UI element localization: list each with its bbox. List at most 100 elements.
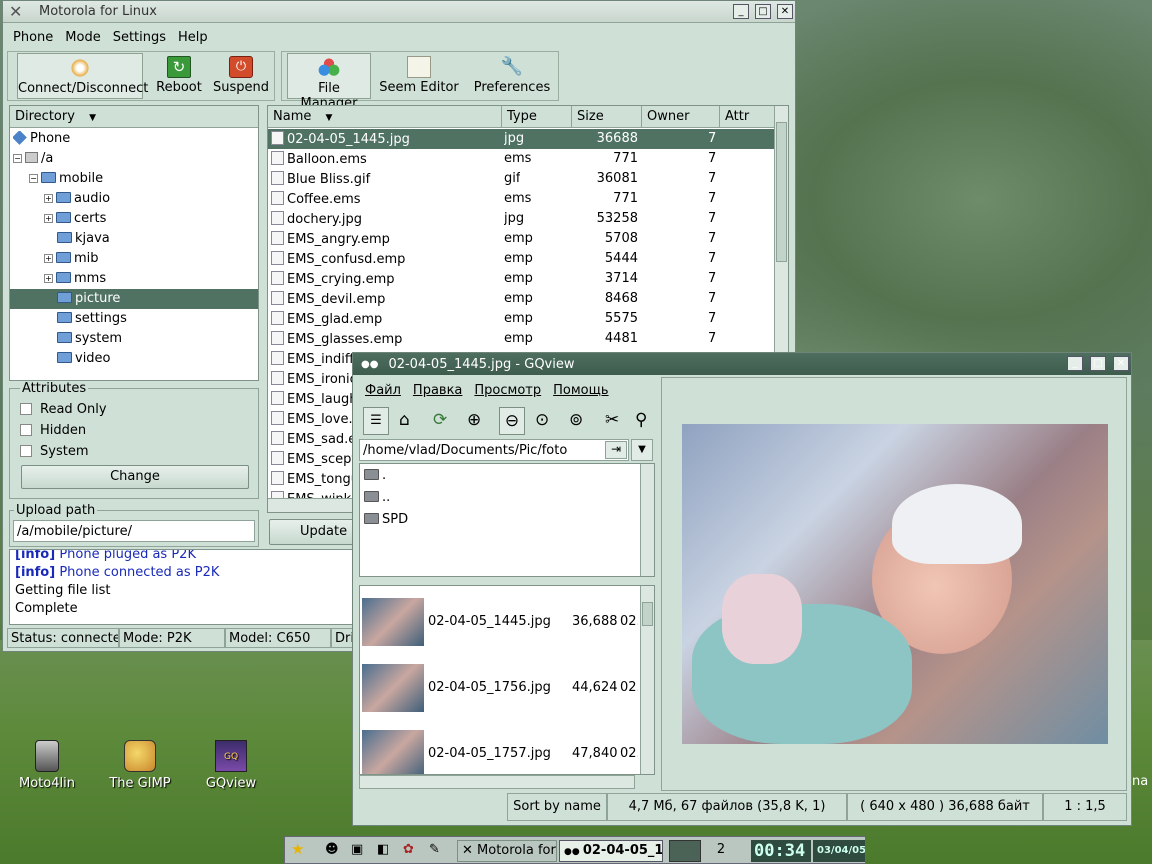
- file-row[interactable]: Coffee.ems ems 771 7: [268, 189, 788, 209]
- thumb-row[interactable]: 02-04-05_1757.jpg 47,84002.: [360, 730, 654, 774]
- pager-desk-2[interactable]: 2: [705, 840, 737, 862]
- tree-item-audio[interactable]: + audio: [10, 189, 258, 209]
- tree-item-settings[interactable]: settings: [10, 309, 258, 329]
- expand-icon[interactable]: +: [44, 254, 53, 263]
- change-button[interactable]: Change: [21, 465, 249, 489]
- menu-settings[interactable]: Settings: [107, 26, 172, 49]
- reboot-button[interactable]: ↻ Reboot: [149, 53, 209, 99]
- maximize-button[interactable]: □: [755, 4, 771, 19]
- directory-header[interactable]: Directory ▼: [10, 106, 258, 128]
- task-gqview[interactable]: ●● 02-04-05_14: [559, 840, 663, 862]
- col-owner[interactable]: Owner: [642, 106, 720, 128]
- file-row[interactable]: EMS_crying.emp emp 3714 7: [268, 269, 788, 289]
- refresh-icon[interactable]: ⟳: [433, 410, 447, 430]
- file-row[interactable]: dochery.jpg jpg 53258 7: [268, 209, 788, 229]
- scroll-thumb[interactable]: [642, 602, 653, 626]
- launcher-icon-2[interactable]: ◧: [377, 842, 389, 857]
- go-arrow-icon[interactable]: ⇥: [605, 441, 627, 459]
- star-menu-icon[interactable]: ★: [291, 840, 304, 858]
- desktop-icon-gimp[interactable]: The GIMP: [104, 740, 176, 791]
- tree-item-phone[interactable]: Phone: [10, 129, 258, 149]
- dir-vscroll[interactable]: [640, 464, 654, 576]
- scroll-thumb[interactable]: [776, 122, 787, 262]
- desktop-icon-moto4lin[interactable]: Moto4lin: [18, 740, 76, 791]
- close-button[interactable]: ✕: [1113, 356, 1129, 371]
- thumb-row[interactable]: 02-04-05_1445.jpg 36,68802.: [360, 598, 654, 646]
- thumbnails-toggle-icon[interactable]: ☰: [363, 407, 389, 435]
- read-only-checkbox[interactable]: Read Only: [20, 402, 248, 417]
- zoom-out-icon[interactable]: ⊖: [499, 407, 525, 435]
- tree-item-mobile[interactable]: − mobile: [10, 169, 258, 189]
- file-row[interactable]: EMS_devil.emp emp 8468 7: [268, 289, 788, 309]
- desktop-icon-gqview[interactable]: GQ GQview: [202, 740, 260, 791]
- file-row[interactable]: EMS_confusd.emp emp 5444 7: [268, 249, 788, 269]
- collapse-icon[interactable]: −: [29, 174, 38, 183]
- close-button[interactable]: ✕: [777, 4, 793, 19]
- launcher-icon-4[interactable]: ✎: [429, 842, 440, 857]
- collapse-icon[interactable]: −: [13, 154, 22, 163]
- maximize-button[interactable]: □: [1090, 356, 1106, 371]
- dir-row[interactable]: SPD: [360, 510, 654, 530]
- file-row[interactable]: EMS_angry.emp emp 5708 7: [268, 229, 788, 249]
- path-dropdown-icon[interactable]: ▼: [631, 439, 653, 461]
- zoom-in-icon[interactable]: ⊕: [467, 410, 481, 430]
- menu-phone[interactable]: Phone: [7, 26, 59, 49]
- terminal-icon[interactable]: ▣: [351, 842, 363, 857]
- tree-item-system[interactable]: system: [10, 329, 258, 349]
- pager-desk-1[interactable]: [669, 840, 701, 862]
- upload-path-input[interactable]: [13, 520, 255, 542]
- home-icon[interactable]: ⌂: [399, 410, 410, 430]
- launcher-icon-1[interactable]: ☻: [325, 842, 339, 857]
- seem-editor-button[interactable]: Seem Editor: [377, 53, 461, 99]
- file-row[interactable]: 02-04-05_1445.jpg jpg 36688 7: [268, 129, 788, 149]
- tree-item-a[interactable]: − /a: [10, 149, 258, 169]
- tree-item-video[interactable]: video: [10, 349, 258, 369]
- zoom-fit-icon[interactable]: ⊙: [535, 410, 549, 430]
- status-sort[interactable]: Sort by name: [507, 793, 607, 821]
- hidden-checkbox[interactable]: Hidden: [20, 423, 248, 438]
- tree-item-kjava[interactable]: kjava: [10, 229, 258, 249]
- preferences-button[interactable]: 🔧 Preferences: [467, 53, 557, 99]
- thumb-vscroll[interactable]: [640, 586, 654, 774]
- image-view[interactable]: [661, 377, 1127, 791]
- file-row[interactable]: EMS_glasses.emp emp 4481 7: [268, 329, 788, 349]
- menu-help[interactable]: Help: [172, 26, 214, 49]
- suspend-button[interactable]: ⏻ Suspend: [211, 53, 271, 99]
- col-attr[interactable]: Attr: [720, 106, 776, 128]
- expand-icon[interactable]: +: [44, 194, 53, 203]
- menu-file[interactable]: Файл: [359, 379, 407, 402]
- tree-item-picture[interactable]: picture: [10, 289, 258, 309]
- minimize-button[interactable]: _: [733, 4, 749, 19]
- minimize-button[interactable]: _: [1067, 356, 1083, 371]
- thumb-row[interactable]: 02-04-05_1756.jpg 44,62402.: [360, 664, 654, 712]
- thumb-hscroll[interactable]: [359, 775, 635, 789]
- file-row[interactable]: EMS_glad.emp emp 5575 7: [268, 309, 788, 329]
- tree-item-certs[interactable]: + certs: [10, 209, 258, 229]
- gqview-titlebar[interactable]: ●● 02-04-05_1445.jpg - GQview _ □ ✕: [353, 353, 1131, 375]
- col-size[interactable]: Size: [572, 106, 642, 128]
- launcher-icon-3[interactable]: ✿: [403, 842, 414, 857]
- tools-icon[interactable]: ✂: [605, 410, 619, 430]
- tree-item-mib[interactable]: + mib: [10, 249, 258, 269]
- menu-edit[interactable]: Правка: [407, 379, 468, 402]
- expand-icon[interactable]: +: [44, 274, 53, 283]
- zoom-100-icon[interactable]: ⊚: [569, 410, 583, 430]
- dir-row[interactable]: .: [360, 466, 654, 486]
- file-row[interactable]: Blue Bliss.gif gif 36081 7: [268, 169, 788, 189]
- menu-mode[interactable]: Mode: [59, 26, 106, 49]
- tree-item-mms[interactable]: + mms: [10, 269, 258, 289]
- checkbox-box[interactable]: [20, 424, 32, 436]
- checkbox-box[interactable]: [20, 403, 32, 415]
- file-row[interactable]: Balloon.ems ems 771 7: [268, 149, 788, 169]
- file-manager-button[interactable]: File Manager: [287, 53, 371, 111]
- expand-icon[interactable]: +: [44, 214, 53, 223]
- col-name[interactable]: Name ▼: [268, 106, 502, 128]
- path-input[interactable]: [359, 439, 629, 461]
- menu-view[interactable]: Просмотр: [468, 379, 547, 402]
- system-checkbox[interactable]: System: [20, 444, 248, 459]
- connect-disconnect-button[interactable]: Connect/Disconnect: [17, 53, 148, 99]
- dir-row[interactable]: ..: [360, 488, 654, 508]
- moto4lin-titlebar[interactable]: ✕ Motorola for Linux _ □ ✕: [3, 1, 795, 23]
- menu-help[interactable]: Помощь: [547, 379, 614, 402]
- checkbox-box[interactable]: [20, 445, 32, 457]
